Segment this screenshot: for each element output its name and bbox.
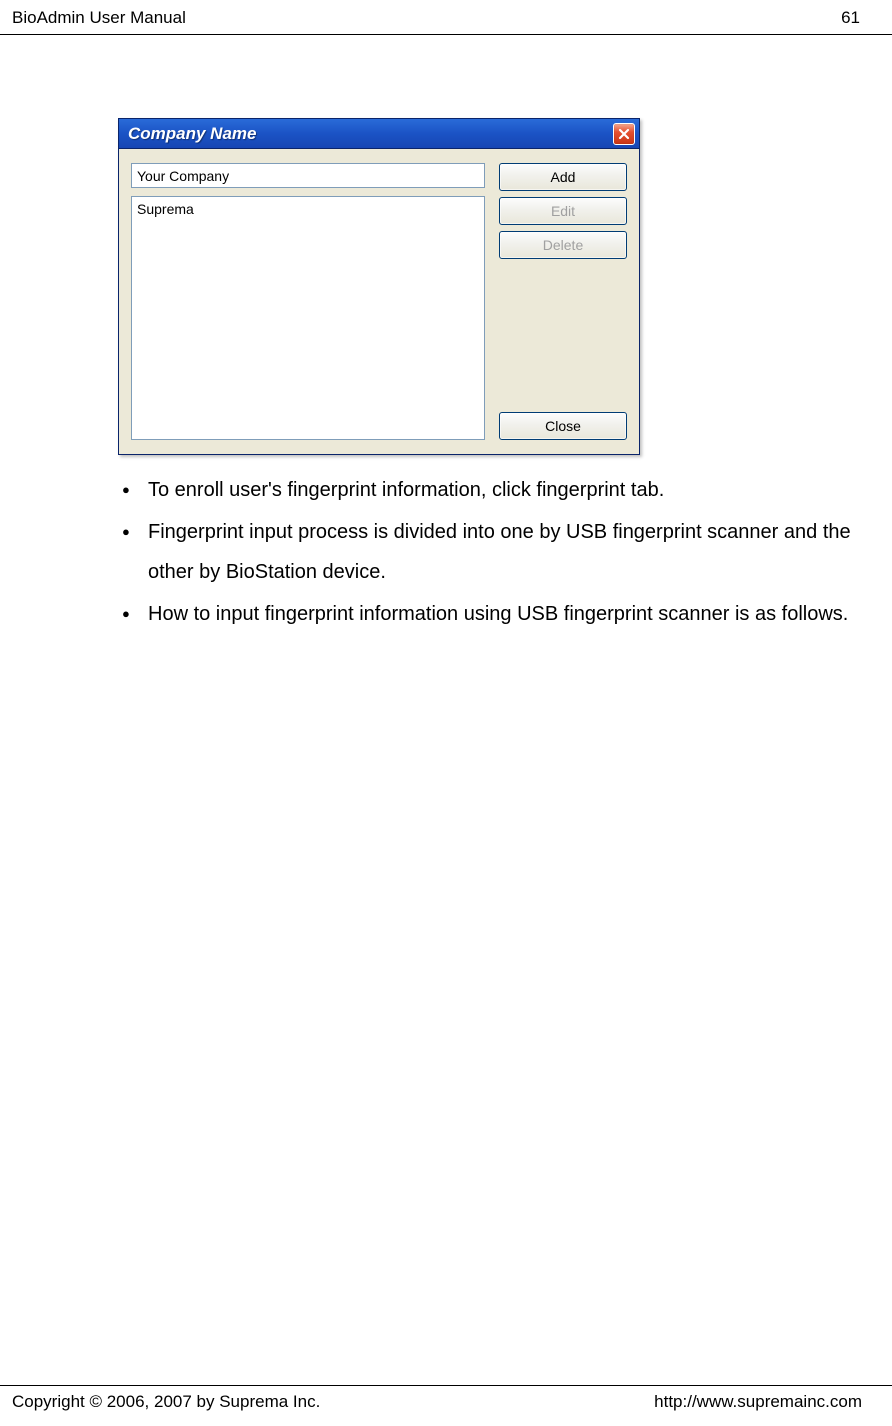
button-spacer [499, 265, 627, 406]
dialog-right-column: Add Edit Delete Close [499, 163, 627, 440]
add-button[interactable]: Add [499, 163, 627, 191]
delete-button[interactable]: Delete [499, 231, 627, 259]
body-content: To enroll user's fingerprint information… [118, 470, 874, 636]
company-name-dialog: Company Name Suprema Add Edit Delete Clo… [118, 118, 640, 455]
document-title: BioAdmin User Manual [12, 8, 186, 28]
list-item: How to input fingerprint information usi… [118, 594, 874, 634]
dialog-title: Company Name [128, 124, 256, 144]
dialog-screenshot: Company Name Suprema Add Edit Delete Clo… [118, 118, 640, 455]
footer-url: http://www.supremainc.com [654, 1392, 862, 1412]
page-header: BioAdmin User Manual 61 [0, 0, 892, 35]
close-button[interactable]: Close [499, 412, 627, 440]
bullet-list: To enroll user's fingerprint information… [118, 470, 874, 634]
page-footer: Copyright © 2006, 2007 by Suprema Inc. h… [0, 1385, 892, 1426]
edit-button[interactable]: Edit [499, 197, 627, 225]
company-name-input[interactable] [131, 163, 485, 188]
list-item: To enroll user's fingerprint information… [118, 470, 874, 510]
dialog-body: Suprema Add Edit Delete Close [119, 149, 639, 454]
copyright-text: Copyright © 2006, 2007 by Suprema Inc. [12, 1392, 320, 1412]
list-item: Fingerprint input process is divided int… [118, 512, 874, 592]
close-icon[interactable] [613, 123, 635, 145]
dialog-titlebar[interactable]: Company Name [119, 119, 639, 149]
list-item[interactable]: Suprema [137, 200, 479, 218]
dialog-left-column: Suprema [131, 163, 485, 440]
page-number: 61 [841, 8, 860, 28]
company-listbox[interactable]: Suprema [131, 196, 485, 440]
